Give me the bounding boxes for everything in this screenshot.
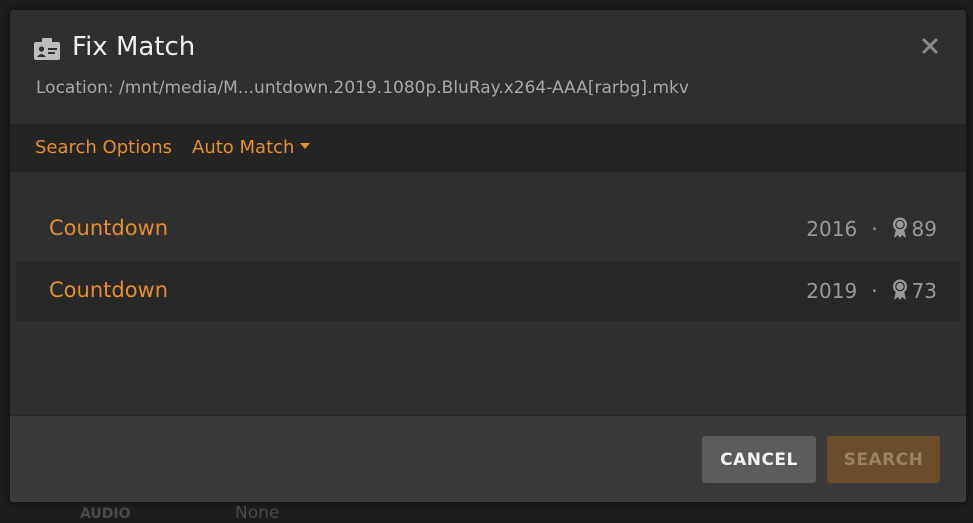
fix-match-dialog: Fix Match Location: /mnt/media/M...untdo…	[10, 10, 966, 502]
dialog-footer: CANCEL SEARCH	[10, 415, 966, 502]
cancel-button[interactable]: CANCEL	[702, 436, 816, 483]
result-row[interactable]: Countdown 2019 · 73	[16, 261, 960, 321]
file-location: Location: /mnt/media/M...untdown.2019.10…	[36, 78, 689, 98]
result-title: Countdown	[49, 216, 169, 240]
match-results-list: Countdown 2016 · 89 Countdown 2019 · 73	[10, 172, 966, 415]
result-year: 2016	[806, 217, 858, 241]
meta-separator: ·	[871, 217, 878, 241]
dialog-toolbar: Search Options Auto Match	[10, 124, 966, 172]
background-audio-label: AUDIO	[80, 506, 131, 522]
result-row[interactable]: Countdown 2016 · 89	[16, 199, 960, 259]
auto-match-dropdown[interactable]: Auto Match	[192, 137, 311, 158]
meta-separator: ·	[871, 279, 878, 303]
search-options-link[interactable]: Search Options	[35, 137, 172, 158]
dialog-header: Fix Match Location: /mnt/media/M...untdo…	[10, 10, 966, 124]
dialog-title: Fix Match	[72, 32, 196, 62]
result-score: 89	[911, 217, 937, 241]
background-audio-value: None	[235, 503, 280, 523]
close-icon[interactable]	[920, 36, 940, 56]
result-meta: 2016 · 89	[806, 217, 937, 241]
search-button[interactable]: SEARCH	[827, 436, 940, 483]
award-icon	[892, 217, 908, 239]
award-icon	[892, 279, 908, 301]
id-card-icon	[34, 38, 60, 60]
auto-match-label: Auto Match	[192, 137, 295, 158]
result-score: 73	[911, 279, 937, 303]
result-meta: 2019 · 73	[806, 279, 937, 303]
result-title: Countdown	[49, 278, 169, 302]
caret-down-icon	[300, 143, 311, 149]
result-year: 2019	[806, 279, 858, 303]
